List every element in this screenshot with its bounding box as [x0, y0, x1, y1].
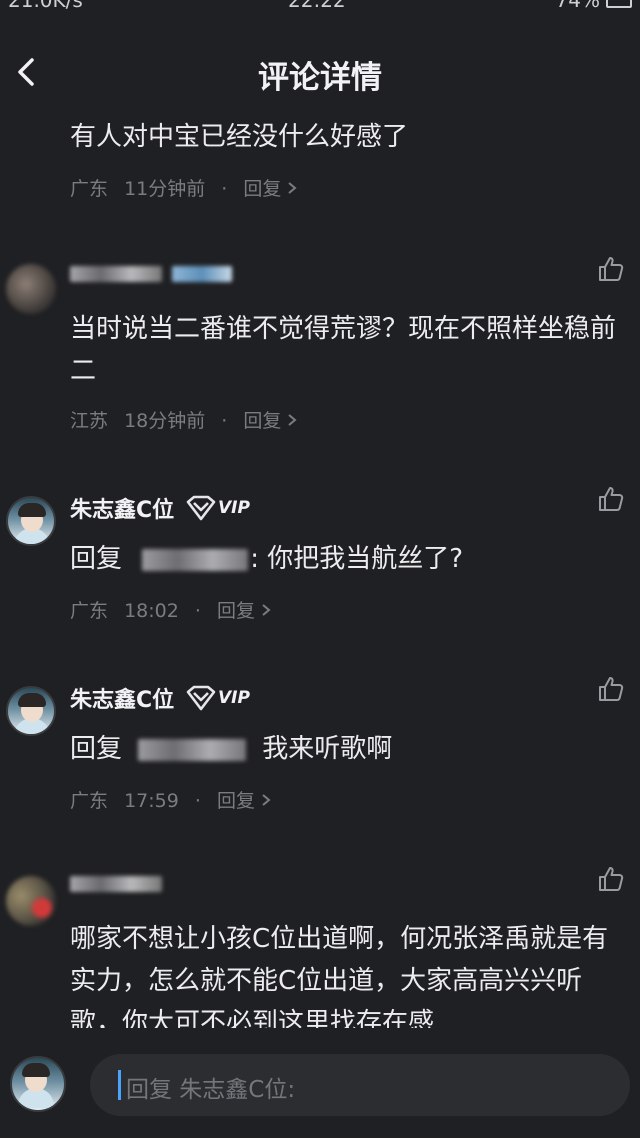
reply-button[interactable]: 回复 — [243, 178, 298, 200]
header: 评论详情 — [0, 40, 640, 100]
reply-prefix: 回复 — [70, 544, 123, 574]
comment-meta: 江苏 18分钟前 · 回复 — [70, 406, 298, 433]
avatar[interactable] — [6, 496, 56, 546]
reply-button[interactable]: 回复 — [217, 790, 271, 812]
reply-button[interactable]: 回复 — [243, 410, 298, 432]
mention-blurred — [138, 738, 247, 761]
chevron-right-icon — [262, 794, 271, 806]
avatar[interactable] — [6, 876, 56, 926]
status-bar: 21.0K/s 22:22 74% — [0, 0, 640, 14]
thumbs-up-icon — [599, 257, 624, 281]
avatar[interactable] — [6, 686, 56, 736]
avatar[interactable] — [6, 264, 56, 314]
username-blurred — [70, 266, 162, 282]
thumbs-up-icon — [599, 867, 624, 891]
comment-location: 广东 — [70, 600, 109, 622]
comment-location: 广东 — [70, 178, 109, 200]
username: 朱志鑫C位 — [70, 498, 175, 523]
comment-text: 回复 : 你把我当航丝了? — [70, 544, 464, 574]
comment-time: 11分钟前 — [124, 178, 206, 200]
like-button[interactable] — [596, 484, 626, 514]
battery-level: 74% — [555, 0, 600, 12]
username: 朱志鑫C位 — [70, 688, 175, 713]
badge-blurred — [172, 266, 232, 282]
comment-meta: 广东 17:59 · 回复 — [70, 786, 271, 813]
thumbs-up-icon — [599, 487, 624, 511]
comment-text: 有人对中宝已经没什么好感了 — [70, 122, 409, 152]
page-title: 评论详情 — [258, 60, 382, 96]
clock: 22:22 — [288, 0, 346, 12]
chevron-right-icon — [262, 604, 271, 616]
username-blurred — [70, 876, 162, 892]
reply-input[interactable]: 回复 朱志鑫C位: — [90, 1054, 630, 1116]
reply-bar: 回复 朱志鑫C位: — [0, 1028, 640, 1138]
comment-location: 广东 — [70, 790, 109, 812]
chevron-right-icon — [288, 182, 298, 194]
comment-text: 回复 我来听歌啊 — [70, 734, 393, 764]
reply-prefix: 回复 — [70, 734, 123, 764]
comment-text: 哪家不想让小孩C位出道啊，何况张泽禹就是有实力，怎么就不能C位出道，大家高高兴兴… — [70, 924, 609, 1028]
comment-meta: 广东 18:02 · 回复 — [70, 596, 271, 623]
vip-diamond-icon — [186, 495, 216, 521]
comment-text: 当时说当二番谁不觉得荒谬？现在不照样坐稳前二 — [70, 314, 617, 386]
comment-meta: 广东 11分钟前 · 回复 — [70, 174, 298, 201]
vip-badge: VIP — [186, 684, 250, 712]
like-button[interactable] — [596, 674, 626, 704]
comment-location: 江苏 — [70, 410, 109, 432]
battery-icon — [606, 0, 632, 8]
comment-time: 18:02 — [124, 600, 179, 622]
my-avatar[interactable] — [10, 1056, 66, 1112]
network-speed: 21.0K/s — [8, 0, 83, 12]
vip-diamond-icon — [186, 685, 216, 711]
comment-time: 17:59 — [124, 790, 179, 812]
mention-blurred — [142, 548, 249, 571]
like-button[interactable] — [596, 254, 626, 284]
reply-placeholder: 回复 朱志鑫C位: — [126, 1077, 296, 1103]
chevron-right-icon — [288, 414, 298, 426]
text-caret — [118, 1070, 121, 1100]
reply-button[interactable]: 回复 — [217, 600, 271, 622]
thumbs-up-icon — [599, 677, 624, 701]
comment-list[interactable]: 有人对中宝已经没什么好感了 广东 11分钟前 · 回复 当时说当二番谁不觉得荒谬… — [0, 100, 640, 1028]
vip-badge: VIP — [186, 494, 250, 522]
comment-time: 18分钟前 — [124, 410, 206, 432]
like-button[interactable] — [596, 864, 626, 894]
